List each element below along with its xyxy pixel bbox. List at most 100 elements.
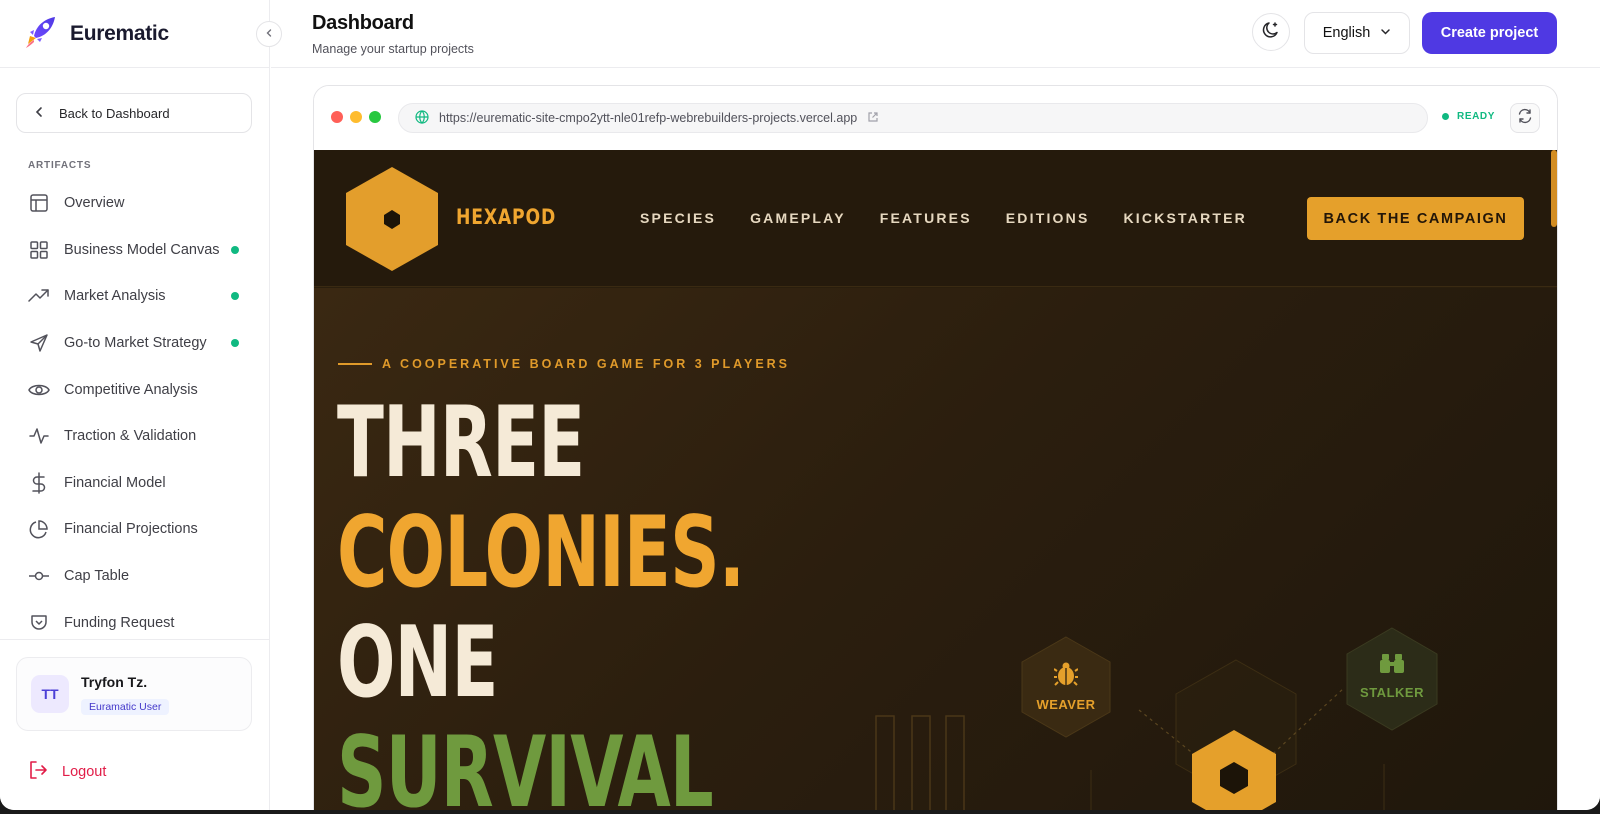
sidebar-item-label: Financial Projections xyxy=(64,521,198,538)
site-nav-kickstarter[interactable]: KICKSTARTER xyxy=(1123,210,1247,226)
eyebrow-text: A COOPERATIVE BOARD GAME FOR 3 PLAYERS xyxy=(382,357,791,371)
create-project-button[interactable]: Create project xyxy=(1422,12,1557,54)
language-label: English xyxy=(1322,25,1371,41)
grid-icon xyxy=(28,239,50,261)
beetle-icon xyxy=(1053,661,1079,692)
url-text: https://eurematic-site-cmpo2ytt-nle01ref… xyxy=(439,111,858,125)
scrollbar-thumb[interactable] xyxy=(1551,150,1557,227)
sidebar-item-label: Funding Request xyxy=(64,614,175,631)
token-label: WEAVER xyxy=(1036,697,1096,712)
sidebar-item-label: Overview xyxy=(64,195,125,212)
divider xyxy=(0,639,270,640)
top-header: Dashboard Manage your startup projects E… xyxy=(271,0,1600,68)
chevron-left-icon xyxy=(33,106,45,121)
logout-button[interactable]: Logout xyxy=(28,760,106,784)
sidebar-item-competitive-analysis[interactable]: Competitive Analysis xyxy=(0,366,270,413)
user-card[interactable]: TT Tryfon Tz. Euramatic User xyxy=(16,657,252,731)
hero-eyebrow: A COOPERATIVE BOARD GAME FOR 3 PLAYERS xyxy=(338,357,790,371)
sidebar-item-label: Financial Model xyxy=(64,474,166,491)
brand-name: Eurematic xyxy=(70,22,169,45)
refresh-icon xyxy=(1517,108,1533,129)
commit-icon xyxy=(28,565,50,587)
globe-icon xyxy=(415,109,429,127)
embedded-website[interactable]: HEXAPOD SPECIES GAMEPLAY FEATURES EDITIO… xyxy=(314,150,1557,810)
site-brand[interactable]: HEXAPOD xyxy=(456,205,556,229)
sidebar-item-label: Competitive Analysis xyxy=(64,381,198,398)
moon-icon xyxy=(1261,20,1281,45)
sidebar-item-traction-validation[interactable]: Traction & Validation xyxy=(0,413,270,460)
site-nav-gameplay[interactable]: GAMEPLAY xyxy=(750,210,846,226)
back-to-dashboard-button[interactable]: Back to Dashboard xyxy=(16,93,252,133)
dollar-icon xyxy=(28,472,50,494)
user-role-badge: Euramatic User xyxy=(81,699,170,715)
back-label: Back to Dashboard xyxy=(59,105,170,121)
divider xyxy=(0,67,270,68)
main-content: https://eurematic-site-cmpo2ytt-nle01ref… xyxy=(271,68,1600,810)
user-name: Tryfon Tz. xyxy=(81,674,148,690)
minimize-dot xyxy=(350,111,362,123)
headline-line-1: THREE xyxy=(337,386,585,500)
eyebrow-line xyxy=(338,363,372,365)
headline-line-4: SURVIVAL xyxy=(337,716,714,810)
close-dot xyxy=(331,111,343,123)
rocket-logo-icon xyxy=(22,14,58,55)
section-label: ARTIFACTS xyxy=(28,160,92,171)
site-hero: A COOPERATIVE BOARD GAME FOR 3 PLAYERS T… xyxy=(314,288,1557,810)
headline-line-3: ONE xyxy=(337,606,498,720)
url-bar[interactable]: https://eurematic-site-cmpo2ytt-nle01ref… xyxy=(398,103,1428,133)
sidebar-item-financial-model[interactable]: Financial Model xyxy=(0,460,270,507)
sidebar-item-label: Cap Table xyxy=(64,568,130,585)
status-label: READY xyxy=(1457,111,1496,122)
sidebar-item-financial-projections[interactable]: Financial Projections xyxy=(0,506,270,553)
send-icon xyxy=(28,332,50,354)
external-link-icon[interactable] xyxy=(867,111,879,126)
site-nav-links: SPECIES GAMEPLAY FEATURES EDITIONS KICKS… xyxy=(640,210,1247,226)
sidebar: Eurematic Back to Dashboard ARTIFACTS Ov… xyxy=(0,0,270,810)
site-preview-frame: https://eurematic-site-cmpo2ytt-nle01ref… xyxy=(313,85,1558,810)
preview-toolbar: https://eurematic-site-cmpo2ytt-nle01ref… xyxy=(314,86,1557,150)
maximize-dot xyxy=(369,111,381,123)
theme-toggle-button[interactable] xyxy=(1252,13,1290,51)
status-dot xyxy=(231,292,239,301)
back-campaign-button[interactable]: BACK THE CAMPAIGN xyxy=(1307,197,1524,240)
page-subtitle: Manage your startup projects xyxy=(312,42,474,56)
deploy-status: READY xyxy=(1442,111,1495,122)
token-weaver[interactable]: WEAVER xyxy=(1014,635,1118,739)
artifact-nav: Overview Business Model Canvas Market An… xyxy=(0,180,270,646)
sidebar-item-market-analysis[interactable]: Market Analysis xyxy=(0,273,270,320)
brand[interactable]: Eurematic xyxy=(22,14,169,54)
eye-icon xyxy=(28,379,50,401)
headline-line-2: COLONIES. xyxy=(337,496,745,610)
layout-icon xyxy=(28,192,50,214)
sidebar-item-business-model-canvas[interactable]: Business Model Canvas xyxy=(0,227,270,274)
status-dot xyxy=(1442,113,1449,120)
site-navbar: HEXAPOD SPECIES GAMEPLAY FEATURES EDITIO… xyxy=(314,150,1557,287)
trending-up-icon xyxy=(28,285,50,307)
token-label: STALKER xyxy=(1360,685,1424,700)
sidebar-item-label: Traction & Validation xyxy=(64,428,197,445)
sidebar-item-go-to-market-strategy[interactable]: Go-to Market Strategy xyxy=(0,320,270,367)
sidebar-item-label: Go-to Market Strategy xyxy=(64,335,207,352)
sidebar-item-label: Business Model Canvas xyxy=(64,241,220,258)
page-title: Dashboard xyxy=(312,12,414,34)
language-select[interactable]: English xyxy=(1304,12,1410,54)
chevron-left-icon xyxy=(264,25,274,43)
site-nav-editions[interactable]: EDITIONS xyxy=(1006,210,1090,226)
sidebar-item-overview[interactable]: Overview xyxy=(0,180,270,227)
logout-label: Logout xyxy=(62,764,107,780)
site-nav-features[interactable]: FEATURES xyxy=(880,210,972,226)
activity-icon xyxy=(28,425,50,447)
status-dot xyxy=(231,245,239,254)
refresh-button[interactable] xyxy=(1510,103,1540,133)
pocket-icon xyxy=(28,612,50,634)
token-stalker[interactable]: STALKER xyxy=(1339,626,1445,732)
collapse-sidebar-button[interactable] xyxy=(256,21,282,47)
sidebar-item-label: Market Analysis xyxy=(64,288,166,305)
chevron-down-icon xyxy=(1380,25,1391,41)
app-window: Eurematic Back to Dashboard ARTIFACTS Ov… xyxy=(0,0,1600,810)
hexagon-logo-icon[interactable] xyxy=(338,165,446,278)
token-center[interactable] xyxy=(1190,728,1278,810)
site-nav-species[interactable]: SPECIES xyxy=(640,210,716,226)
logout-icon xyxy=(28,760,48,784)
sidebar-item-cap-table[interactable]: Cap Table xyxy=(0,553,270,600)
